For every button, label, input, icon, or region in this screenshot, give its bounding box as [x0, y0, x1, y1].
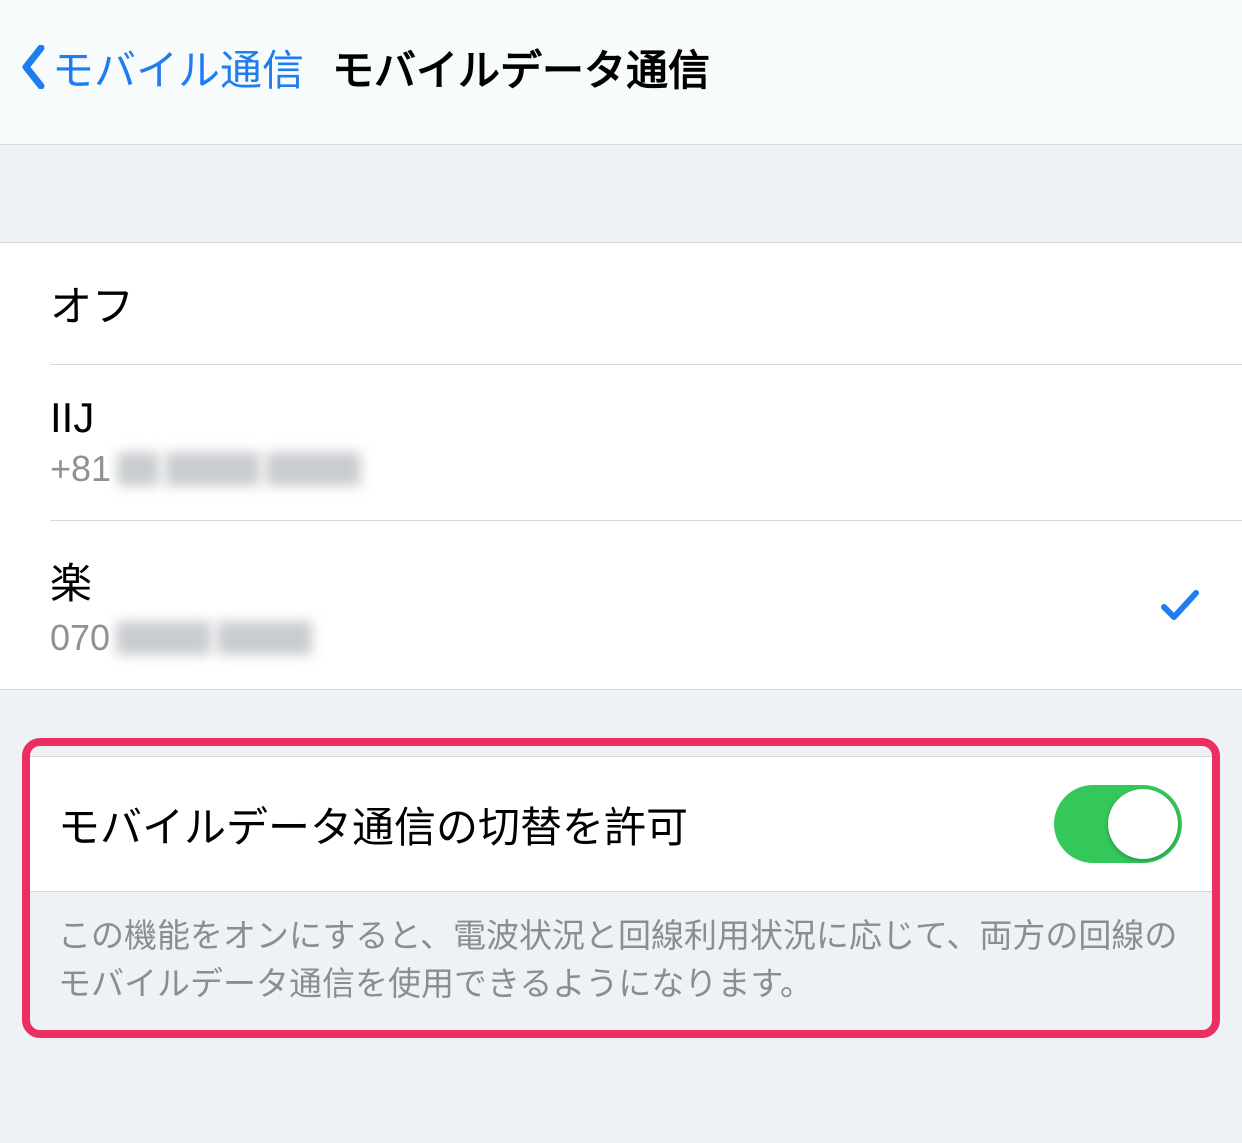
navbar: モバイル通信 モバイルデータ通信	[0, 0, 1242, 145]
toggle-knob	[1108, 789, 1178, 859]
option-subtitle: 070	[50, 617, 1158, 659]
highlight-box: モバイルデータ通信の切替を許可 この機能をオンにすると、電波状況と回線利用状況に…	[22, 738, 1220, 1038]
data-switching-toggle[interactable]	[1054, 785, 1182, 863]
redacted-segment	[165, 452, 260, 486]
option-title: オフ	[50, 273, 1202, 334]
toggle-label: モバイルデータ通信の切替を許可	[58, 794, 688, 855]
redacted-segment	[217, 621, 312, 655]
back-button[interactable]: モバイル通信	[20, 37, 304, 98]
back-label: モバイル通信	[52, 37, 304, 98]
redacted-segment	[117, 452, 159, 486]
carrier-option-iij[interactable]: IIJ +81	[0, 364, 1242, 520]
data-switching-toggle-row: モバイルデータ通信の切替を許可	[30, 756, 1212, 892]
phone-prefix: 070	[50, 617, 110, 659]
carrier-option-off[interactable]: オフ	[0, 243, 1242, 364]
redacted-segment	[116, 621, 211, 655]
option-subtitle: +81	[50, 448, 1202, 490]
redacted-segment	[266, 452, 361, 486]
checkmark-icon	[1158, 583, 1202, 627]
carrier-option-rakuten[interactable]: 楽 070	[0, 520, 1242, 689]
option-title: IIJ	[50, 394, 1202, 442]
option-title: 楽	[50, 550, 1158, 611]
phone-prefix: +81	[50, 448, 111, 490]
toggle-description: この機能をオンにすると、電波状況と回線利用状況に応じて、両方の回線のモバイルデー…	[30, 892, 1212, 1018]
carrier-option-list: オフ IIJ +81 楽 070	[0, 242, 1242, 690]
section-spacer-top	[0, 145, 1242, 242]
page-title: モバイルデータ通信	[332, 37, 710, 98]
chevron-left-icon	[20, 45, 46, 89]
section-spacer-mid	[0, 690, 1242, 738]
